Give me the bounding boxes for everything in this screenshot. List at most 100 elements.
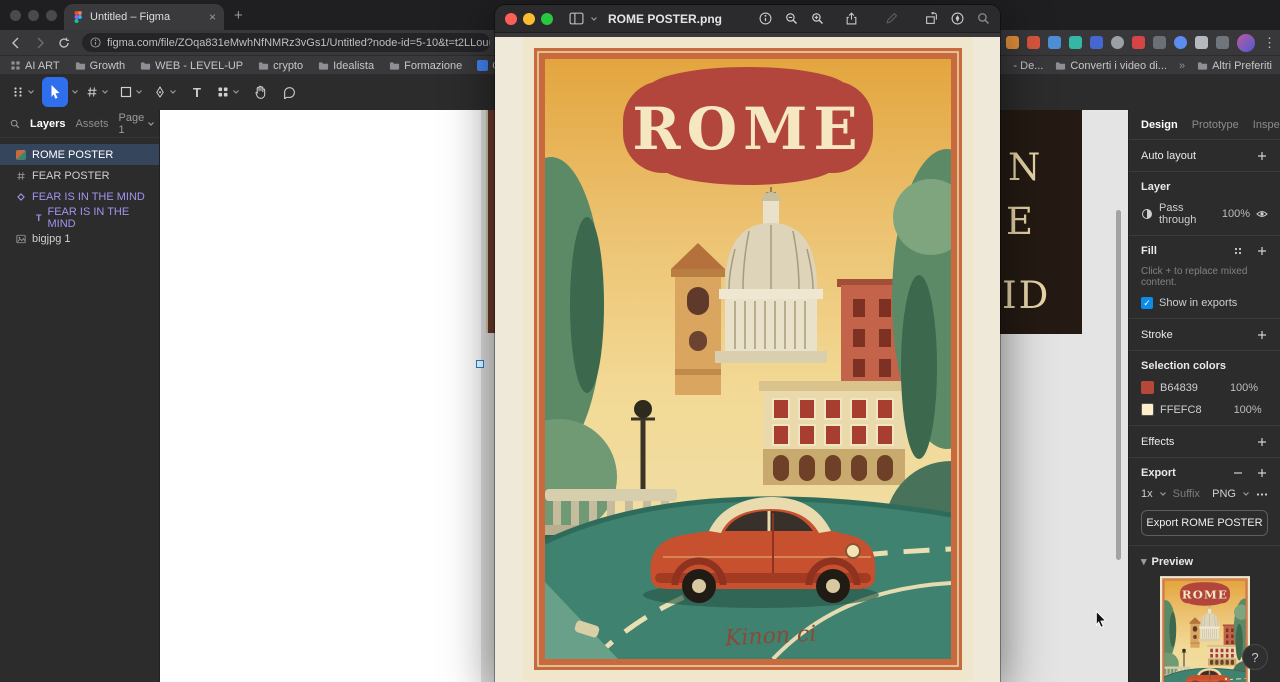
- extension-icon[interactable]: [1153, 36, 1166, 49]
- add-auto-layout-icon[interactable]: [1256, 150, 1268, 162]
- zoom-in-icon[interactable]: [811, 12, 824, 25]
- share-icon[interactable]: [845, 12, 858, 25]
- add-fill-icon[interactable]: [1256, 245, 1268, 257]
- back-icon[interactable]: [10, 37, 22, 49]
- layer-row[interactable]: TFEAR IS IN THE MIND: [0, 207, 159, 228]
- color-swatch[interactable]: [1141, 403, 1154, 416]
- bookmark-item[interactable]: Converti i video di...: [1055, 60, 1167, 72]
- export-format-select[interactable]: PNG: [1212, 488, 1236, 500]
- bookmark-item[interactable]: AI ART: [10, 60, 60, 72]
- color-opacity: 100%: [1234, 404, 1262, 416]
- main-menu-button[interactable]: [8, 77, 39, 107]
- color-row[interactable]: FFEFC8 100%: [1141, 403, 1268, 416]
- tab-assets[interactable]: Assets: [75, 118, 108, 130]
- window-zoom-icon[interactable]: [46, 10, 57, 21]
- layer-row[interactable]: FEAR POSTER: [0, 165, 159, 186]
- layer-row[interactable]: bigjpg 1: [0, 228, 159, 249]
- add-effect-icon[interactable]: [1256, 436, 1268, 448]
- layer-row[interactable]: FEAR IS IN THE MIND: [0, 186, 159, 207]
- extension-icon[interactable]: [1069, 36, 1082, 49]
- export-button[interactable]: Export ROME POSTER: [1141, 510, 1268, 536]
- window-minimize-icon[interactable]: [28, 10, 39, 21]
- comment-tool-button[interactable]: [276, 77, 302, 107]
- layer-row[interactable]: ROME POSTER: [0, 144, 159, 165]
- pen-tool-button[interactable]: [150, 77, 181, 107]
- markup-icon[interactable]: [951, 12, 964, 25]
- export-suffix-input[interactable]: Suffix: [1173, 488, 1200, 500]
- extension-icon[interactable]: [1006, 36, 1019, 49]
- frame-tool-button[interactable]: [82, 77, 113, 107]
- bookmark-item[interactable]: Idealista: [318, 60, 374, 72]
- chevron-down-icon[interactable]: [590, 15, 598, 23]
- fill-styles-icon[interactable]: [1232, 245, 1244, 257]
- tab-prototype[interactable]: Prototype: [1192, 119, 1239, 131]
- bookmarks-overflow-icon[interactable]: »: [1179, 60, 1185, 72]
- minimize-icon[interactable]: [523, 13, 535, 25]
- extension-icon[interactable]: [1048, 36, 1061, 49]
- site-info-icon[interactable]: [90, 37, 101, 48]
- rotate-icon[interactable]: [925, 12, 938, 25]
- export-scale-select[interactable]: 1x: [1141, 488, 1153, 500]
- text-tool-button[interactable]: T: [184, 77, 210, 107]
- move-tool-button[interactable]: [42, 77, 68, 107]
- preview-titlebar[interactable]: ROME POSTER.png: [495, 5, 1000, 33]
- tab-layers[interactable]: Layers: [30, 118, 65, 130]
- resources-button[interactable]: [213, 77, 244, 107]
- help-button[interactable]: ?: [1242, 644, 1268, 670]
- close-icon[interactable]: [505, 13, 517, 25]
- frame-fear-poster[interactable]: [160, 110, 481, 682]
- add-stroke-icon[interactable]: [1256, 329, 1268, 341]
- color-swatch[interactable]: [1141, 381, 1154, 394]
- collapse-caret-icon[interactable]: ▾: [1141, 555, 1147, 568]
- zoom-out-icon[interactable]: [785, 12, 798, 25]
- sidebar-toggle-icon[interactable]: [569, 12, 584, 25]
- extension-icon[interactable]: [1027, 36, 1040, 49]
- profile-avatar[interactable]: [1237, 34, 1255, 52]
- preview-window[interactable]: ROME POSTER.png: [495, 5, 1000, 682]
- canvas-scrollbar[interactable]: [1116, 210, 1121, 560]
- shape-tool-button[interactable]: [116, 77, 147, 107]
- window-close-icon[interactable]: [10, 10, 21, 21]
- search-icon[interactable]: [977, 12, 990, 25]
- new-tab-button[interactable]: +: [234, 7, 243, 24]
- bookmark-item[interactable]: WEB - LEVEL-UP: [140, 60, 243, 72]
- bookmark-item[interactable]: crypto: [258, 60, 303, 72]
- search-icon[interactable]: [10, 119, 20, 129]
- reload-icon[interactable]: [58, 37, 70, 49]
- browser-menu-icon[interactable]: ⋮: [1263, 35, 1276, 51]
- page-selector[interactable]: Page 1: [119, 112, 156, 136]
- bookmark-item[interactable]: Altri Preferiti: [1197, 60, 1272, 72]
- extension-icon[interactable]: [1174, 36, 1187, 49]
- address-bar[interactable]: figma.com/file/ZOqa831eMwhNfNMRz3vGs1/Un…: [82, 33, 490, 52]
- browser-tab[interactable]: Untitled – Figma ×: [64, 4, 224, 30]
- extension-icon[interactable]: [1195, 36, 1208, 49]
- opacity-field[interactable]: 100%: [1222, 208, 1250, 220]
- tab-design[interactable]: Design: [1141, 119, 1178, 131]
- extension-icon[interactable]: [1132, 36, 1145, 49]
- blend-mode-select[interactable]: Pass through: [1159, 202, 1216, 226]
- tab-inspect[interactable]: Inspect: [1253, 119, 1280, 131]
- bookmark-item[interactable]: Growth: [75, 60, 125, 72]
- window-controls[interactable]: [10, 10, 64, 24]
- info-icon[interactable]: [759, 12, 772, 25]
- bookmark-item[interactable]: - De...: [1013, 60, 1043, 72]
- tab-close-icon[interactable]: ×: [209, 10, 216, 24]
- remove-export-icon[interactable]: [1232, 467, 1244, 479]
- selection-handle[interactable]: [476, 360, 484, 368]
- add-export-icon[interactable]: [1256, 467, 1268, 479]
- blend-mode-icon[interactable]: [1141, 208, 1153, 220]
- export-more-icon[interactable]: [1256, 492, 1268, 497]
- visibility-eye-icon[interactable]: [1256, 208, 1268, 220]
- fear-poster-partial[interactable]: N E ID: [1000, 110, 1082, 334]
- hand-tool-button[interactable]: [247, 77, 273, 107]
- maximize-icon[interactable]: [541, 13, 553, 25]
- color-row[interactable]: B64839 100%: [1141, 381, 1268, 394]
- extension-icon[interactable]: [1216, 36, 1229, 49]
- show-in-exports-checkbox[interactable]: ✓: [1141, 297, 1153, 309]
- rome-poster-image: [523, 37, 973, 681]
- extension-icon[interactable]: [1111, 36, 1124, 49]
- bookmark-item[interactable]: Formazione: [389, 60, 462, 72]
- move-tool-chevron-icon[interactable]: [71, 88, 79, 96]
- forward-icon[interactable]: [34, 37, 46, 49]
- extension-icon[interactable]: [1090, 36, 1103, 49]
